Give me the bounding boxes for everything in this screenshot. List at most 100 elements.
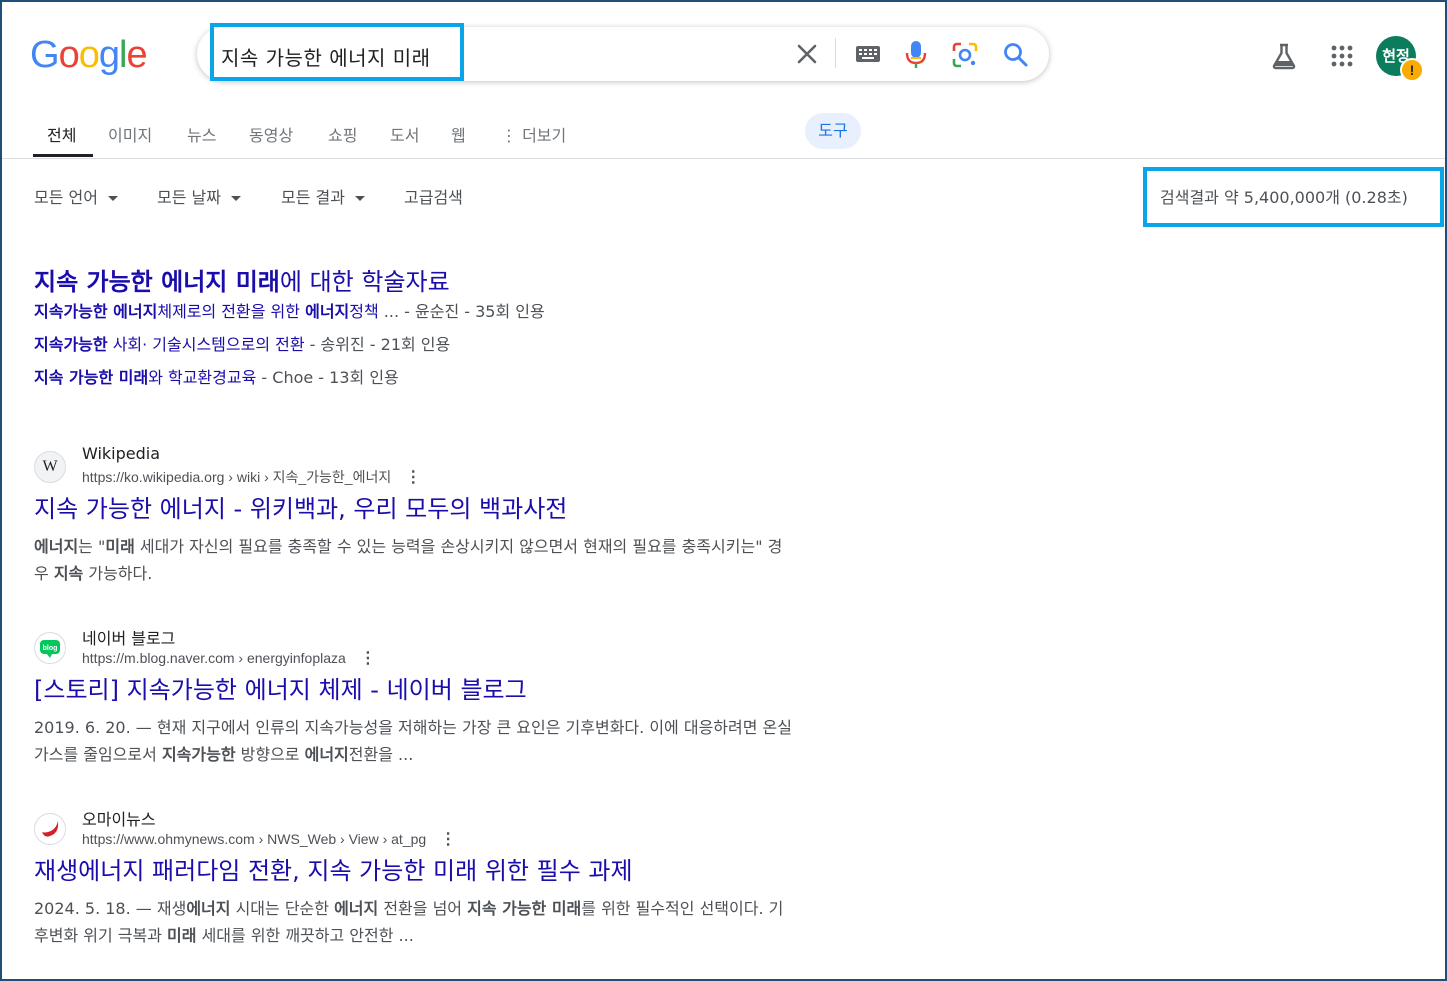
snippet-text: 시대는 단순한 [230,899,335,918]
wikipedia-favicon-icon: W [34,451,66,483]
tab-shopping[interactable]: 쇼핑 [328,122,357,146]
filter-language-label: 모든 언어 [34,188,98,207]
scholar-item-bold: 지속가능한 에너지 [34,302,158,321]
account-warning-badge: ! [1400,58,1424,82]
snippet-highlight: 에너지 [186,899,231,918]
scholar-item-bold: 에너지 [305,302,350,321]
scholar-item-link[interactable]: 지속가능한 사회· 기술시스템으로의 전환 [34,335,305,354]
more-options-icon[interactable]: ⋮ [360,648,376,668]
snippet-text: 가능하다. [83,564,153,583]
result-title-link[interactable]: 지속 가능한 에너지 - 위키백과, 우리 모두의 백과사전 [34,489,567,524]
more-options-icon[interactable]: ⋮ [440,829,456,849]
snippet-text: 2024. 5. 18. — 재생 [34,899,187,918]
logo-letter: G [30,34,60,76]
search-input[interactable]: 지속 가능한 에너지 미래 [221,42,431,71]
scholar-item-bold: 지속 가능한 미래 [34,368,149,387]
snippet-text: 는 " [78,537,106,556]
microphone-icon[interactable] [905,40,927,70]
snippet-highlight: 지속 [53,564,84,583]
labs-flask-icon[interactable] [1270,42,1298,70]
tabs-divider [2,158,1445,159]
scholar-item-link[interactable]: 지속가능한 에너지체제로의 전환을 위한 에너지정책 [34,302,379,321]
filter-language[interactable]: 모든 언어 [34,184,118,208]
scholar-item-text: 사회· 기술시스템으로의 전환 [107,335,305,354]
filter-date-label: 모든 날짜 [157,188,221,207]
tab-more[interactable]: ⋮ 더보기 [501,122,566,146]
snippet-text: 전환을 넘어 [378,899,468,918]
tab-books[interactable]: 도서 [390,122,419,146]
scholar-item-meta: ... - 윤순진 - 35회 인용 [378,302,545,321]
caret-down-icon [230,196,241,201]
tab-videos[interactable]: 동영상 [249,122,293,146]
scholar-title-rest: 에 대한 학술자료 [279,268,450,296]
snippet-highlight: 에너지 [304,745,349,764]
result-site-name[interactable]: 네이버 블로그 [82,625,175,649]
scholar-block-title[interactable]: 지속 가능한 에너지 미래에 대한 학술자료 [34,262,450,297]
result-snippet: 에너지는 "미래 세대가 자신의 필요를 충족할 수 있는 능력을 손상시키지 … [34,533,794,587]
tools-button[interactable]: 도구 [805,113,861,149]
snippet-highlight: 에너지 [334,899,379,918]
more-options-icon[interactable]: ⋮ [405,467,421,487]
tab-news[interactable]: 뉴스 [187,122,216,146]
google-logo[interactable]: Google [30,34,148,76]
result-url[interactable]: https://www.ohmynews.com › NWS_Web › Vie… [82,829,456,849]
scholar-item-text: 체제로의 전환을 위한 [157,302,306,321]
snippet-text: 세대를 위한 깨끗하고 안전한 ... [196,926,414,945]
result-site-name[interactable]: Wikipedia [82,444,160,463]
snippet-highlight: 지속가능한 [161,745,236,764]
result-title-link[interactable]: [스토리] 지속가능한 에너지 체제 - 네이버 블로그 [34,670,527,705]
scholar-item-link[interactable]: 지속 가능한 미래와 학교환경교육 [34,368,256,387]
tab-all[interactable]: 전체 [47,122,76,146]
snippet-highlight: 미래 [105,537,135,556]
favicon-letter: W [42,458,58,475]
result-title-link[interactable]: 재생에너지 패러다임 전환, 지속 가능한 미래 위한 필수 과제 [34,851,633,886]
active-tab-indicator [33,154,93,157]
result-url-text: https://www.ohmynews.com › NWS_Web › Vie… [82,831,427,847]
search-icon[interactable] [1003,42,1029,68]
result-snippet: 2019. 6. 20. — 현재 지구에서 인류의 지속가능성을 저해하는 가… [34,714,794,768]
caret-down-icon [107,196,118,201]
scholar-item: 지속가능한 사회· 기술시스템으로의 전환 - 송위진 - 21회 인용 [34,331,450,355]
logo-letter: e [126,34,147,76]
scholar-title-bold: 지속 가능한 에너지 미래 [34,268,280,296]
scholar-item-text: 와 학교환경교육 [148,368,257,387]
filter-results[interactable]: 모든 결과 [281,184,365,208]
result-site-name[interactable]: 오마이뉴스 [82,806,156,830]
snippet-text: 전환을 ... [348,745,414,764]
result-url[interactable]: https://ko.wikipedia.org › wiki › 지속_가능한… [82,467,421,487]
result-url-text: https://ko.wikipedia.org › wiki › 지속_가능한… [82,469,392,485]
result-url[interactable]: https://m.blog.naver.com › energyinfopla… [82,648,376,668]
blog-badge-text: blog [43,645,58,652]
logo-letter: o [78,34,100,76]
google-lens-icon[interactable] [952,42,978,68]
scholar-item-meta: - Choe - 13회 인용 [256,368,399,387]
snippet-highlight: 지속 가능한 미래 [467,899,582,918]
snippet-highlight: 에너지 [34,537,79,556]
result-url-text: https://m.blog.naver.com › energyinfopla… [82,650,346,666]
caret-down-icon [354,196,365,201]
clear-icon[interactable] [795,42,819,66]
apps-grid-icon[interactable] [1330,44,1354,68]
scholar-item: 지속가능한 에너지체제로의 전환을 위한 에너지정책 ... - 윤순진 - 3… [34,298,545,322]
logo-letter: g [98,34,120,76]
scholar-item-bold: 지속가능한 [34,335,108,354]
snippet-highlight: 미래 [167,926,197,945]
ohmynews-logo-icon [42,821,59,837]
search-box-divider [835,38,836,68]
ohmynews-favicon-icon [34,813,66,845]
filter-date[interactable]: 모든 날짜 [157,184,241,208]
advanced-search-link[interactable]: 고급검색 [404,184,463,208]
snippet-text: 방향으로 [235,745,305,764]
logo-letter: l [118,34,128,76]
tab-images[interactable]: 이미지 [108,122,152,146]
result-stats: 검색결과 약 5,400,000개 (0.28초) [1160,188,1408,207]
tab-web[interactable]: 웹 [451,122,466,146]
result-snippet: 2024. 5. 18. — 재생에너지 시대는 단순한 에너지 전환을 넘어 … [34,895,794,949]
scholar-item-text: 정책 [349,302,379,321]
filter-results-label: 모든 결과 [281,188,345,207]
scholar-item-meta: - 송위진 - 21회 인용 [304,335,451,354]
keyboard-icon[interactable] [855,45,881,63]
scholar-item: 지속 가능한 미래와 학교환경교육 - Choe - 13회 인용 [34,364,399,388]
naver-blog-favicon-icon: blog [34,632,66,664]
logo-letter: o [58,34,80,76]
